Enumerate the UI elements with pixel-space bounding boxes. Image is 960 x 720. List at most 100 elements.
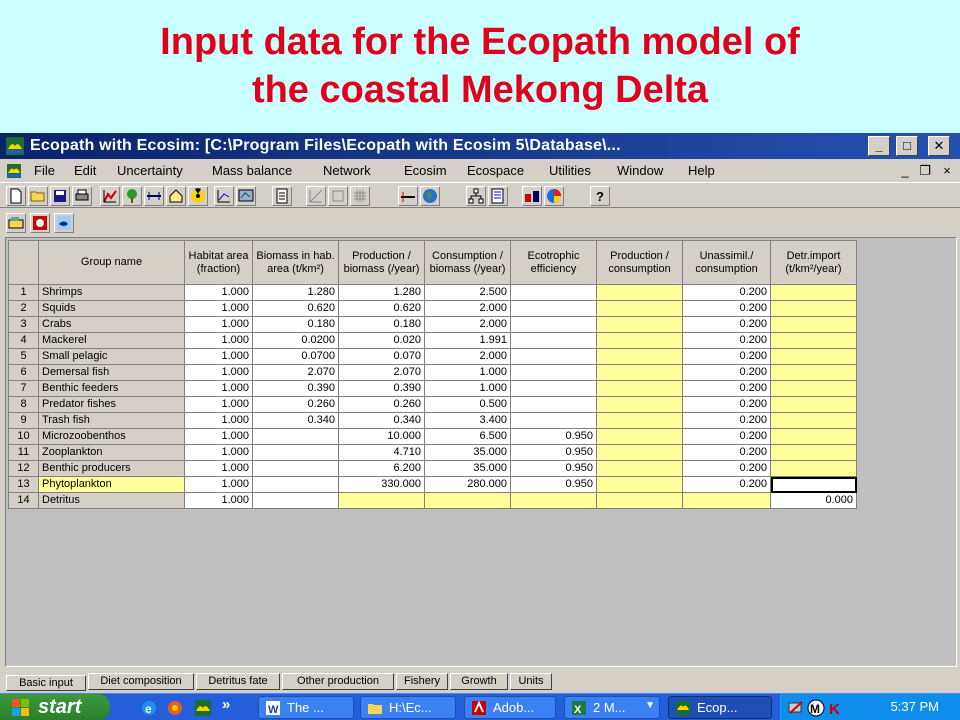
cell-production-consumption[interactable] (596, 300, 683, 317)
fishery-button[interactable] (522, 186, 542, 206)
cell-unassimilated-consumption[interactable]: 0.200 (682, 348, 771, 365)
cell-production-biomass[interactable]: 10.000 (338, 428, 425, 445)
header-production-biomass[interactable]: Production / biomass (/year) (338, 240, 425, 285)
cell-consumption-biomass[interactable]: 3.400 (424, 412, 511, 429)
cell-production-consumption[interactable] (596, 492, 683, 509)
cell-biomass[interactable]: 0.180 (252, 316, 339, 333)
cell-consumption-biomass[interactable]: 35.000 (424, 460, 511, 477)
cell-ecotrophic-efficiency[interactable] (510, 316, 597, 333)
notes-button[interactable] (488, 186, 508, 206)
header-biomass[interactable]: Biomass in hab. area (t/km²) (252, 240, 339, 285)
cell-habitat-area[interactable]: 1.000 (184, 284, 253, 301)
cell-production-consumption[interactable] (596, 348, 683, 365)
cell-unassimilated-consumption[interactable]: 0.200 (682, 380, 771, 397)
header-group-name[interactable]: Group name (38, 240, 185, 285)
cell-habitat-area[interactable]: 1.000 (184, 364, 253, 381)
cell-detritus-import[interactable] (770, 364, 857, 381)
menu-file[interactable]: File (34, 163, 55, 178)
home-button[interactable] (166, 186, 186, 206)
cell-biomass[interactable]: 0.340 (252, 412, 339, 429)
cell-production-biomass[interactable]: 330.000 (338, 476, 425, 493)
header-unassimilated-consumption[interactable]: Unassimil./ consumption (682, 240, 771, 285)
cell-group-name[interactable]: Zooplankton (38, 444, 185, 461)
task-word-document[interactable]: W The ... (258, 696, 354, 719)
cell-habitat-area[interactable]: 1.000 (184, 348, 253, 365)
cell-consumption-biomass[interactable]: 1.000 (424, 380, 511, 397)
cell-production-biomass[interactable]: 0.260 (338, 396, 425, 413)
cell-production-consumption[interactable] (596, 316, 683, 333)
rotate-disabled-button[interactable] (328, 186, 348, 206)
header-habitat-area[interactable]: Habitat area (fraction) (184, 240, 253, 285)
cell-unassimilated-consumption[interactable]: 0.200 (682, 396, 771, 413)
task-explorer-folder[interactable]: H:\Ec... (360, 696, 456, 719)
flow-chart-button[interactable] (100, 186, 120, 206)
cell-detritus-import[interactable] (770, 412, 857, 429)
cell-unassimilated-consumption[interactable]: 0.200 (682, 444, 771, 461)
tab-fishery[interactable]: Fishery (396, 673, 448, 690)
cell-biomass[interactable] (252, 492, 339, 509)
menu-uncertainty[interactable]: Uncertainty (117, 163, 183, 178)
cell-consumption-biomass[interactable]: 2.500 (424, 284, 511, 301)
cell-group-name[interactable]: Mackerel (38, 332, 185, 349)
cell-unassimilated-consumption[interactable]: 0.200 (682, 364, 771, 381)
cell-biomass[interactable]: 1.280 (252, 284, 339, 301)
tray-m-icon[interactable]: M (807, 699, 825, 717)
cell-production-biomass[interactable]: 2.070 (338, 364, 425, 381)
cell-unassimilated-consumption[interactable]: 0.200 (682, 428, 771, 445)
mdi-close-button[interactable]: × (938, 163, 956, 178)
network-status-icon[interactable] (787, 699, 805, 717)
cell-biomass[interactable]: 0.620 (252, 300, 339, 317)
cell-ecotrophic-efficiency[interactable]: 0.950 (510, 476, 597, 493)
cell-ecotrophic-efficiency[interactable] (510, 300, 597, 317)
cell-production-biomass[interactable]: 1.280 (338, 284, 425, 301)
cell-production-biomass[interactable]: 4.710 (338, 444, 425, 461)
cell-ecotrophic-efficiency[interactable] (510, 364, 597, 381)
cell-detritus-import[interactable] (770, 284, 857, 301)
menu-mass-balance[interactable]: Mass balance (212, 163, 292, 178)
cell-detritus-import[interactable] (770, 332, 857, 349)
menu-help[interactable]: Help (688, 163, 715, 178)
cell-ecotrophic-efficiency[interactable] (510, 396, 597, 413)
cell-consumption-biomass[interactable]: 280.000 (424, 476, 511, 493)
cell-biomass[interactable] (252, 460, 339, 477)
cell-unassimilated-consumption[interactable]: 0.200 (682, 284, 771, 301)
cell-consumption-biomass[interactable]: 1.991 (424, 332, 511, 349)
cell-habitat-area[interactable]: 1.000 (184, 444, 253, 461)
cell-production-consumption[interactable] (596, 284, 683, 301)
cell-biomass[interactable] (252, 476, 339, 493)
cell-habitat-area[interactable]: 1.000 (184, 476, 253, 493)
menu-ecospace[interactable]: Ecospace (467, 163, 524, 178)
cell-ecotrophic-efficiency[interactable] (510, 380, 597, 397)
cell-ecotrophic-efficiency[interactable] (510, 348, 597, 365)
help-button[interactable]: ? (590, 186, 610, 206)
cell-habitat-area[interactable]: 1.000 (184, 380, 253, 397)
cell-consumption-biomass[interactable]: 35.000 (424, 444, 511, 461)
cell-ecotrophic-efficiency[interactable]: 0.950 (510, 444, 597, 461)
cell-habitat-area[interactable]: 1.000 (184, 412, 253, 429)
cell-habitat-area[interactable]: 1.000 (184, 300, 253, 317)
task-ecopath-active[interactable]: Ecop... (668, 696, 772, 719)
cell-ecotrophic-efficiency[interactable]: 0.950 (510, 428, 597, 445)
cell-consumption-biomass[interactable]: 2.000 (424, 316, 511, 333)
cell-unassimilated-consumption[interactable] (682, 492, 771, 509)
cell-consumption-biomass[interactable]: 0.500 (424, 396, 511, 413)
data-entry-button[interactable] (6, 213, 26, 233)
print-button[interactable] (72, 186, 92, 206)
cell-detritus-import[interactable] (770, 396, 857, 413)
cell-ecotrophic-efficiency[interactable]: 0.950 (510, 460, 597, 477)
cell-detritus-import[interactable]: 0.000 (770, 492, 857, 509)
network-button[interactable] (466, 186, 486, 206)
cell-detritus-import[interactable] (770, 300, 857, 317)
cell-production-biomass[interactable]: 0.340 (338, 412, 425, 429)
new-file-button[interactable] (6, 186, 26, 206)
cell-consumption-biomass[interactable]: 2.000 (424, 348, 511, 365)
cell-production-biomass[interactable]: 0.020 (338, 332, 425, 349)
start-button[interactable]: start (0, 694, 110, 720)
cell-production-consumption[interactable] (596, 380, 683, 397)
cell-group-name[interactable]: Small pelagic (38, 348, 185, 365)
cell-production-biomass[interactable] (338, 492, 425, 509)
tray-k-icon[interactable]: K (827, 699, 845, 717)
cell-habitat-area[interactable]: 1.000 (184, 332, 253, 349)
cell-group-name[interactable]: Demersal fish (38, 364, 185, 381)
grid-disabled-button[interactable] (350, 186, 370, 206)
